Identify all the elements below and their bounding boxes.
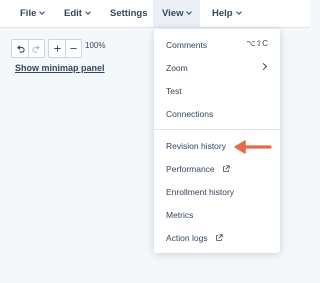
menu-item-zoom[interactable]: Zoom (166, 63, 188, 73)
menu-item-test[interactable]: Test (166, 86, 182, 96)
zoom-level: 100% (85, 41, 106, 50)
undo-icon (16, 45, 25, 53)
menu-divider (154, 129, 280, 130)
menu-item-revision-history[interactable]: Revision history (166, 141, 226, 151)
menu-item-metrics-label: Metrics (166, 210, 194, 220)
menu-item-connections-label: Connections (166, 109, 214, 119)
external-link-icon (216, 234, 223, 241)
redo-button[interactable] (28, 40, 44, 57)
minus-icon (70, 48, 77, 49)
menu-settings[interactable]: Settings (110, 0, 147, 27)
menu-edit[interactable]: Edit (64, 0, 91, 27)
zoom-out-button[interactable] (65, 40, 81, 57)
menu-view[interactable]: View (153, 0, 201, 27)
menu-view-label: View (162, 8, 184, 19)
menu-item-comments-label: Comments (166, 40, 208, 50)
menu-item-zoom-label: Zoom (166, 63, 188, 73)
menu-file[interactable]: File (20, 0, 46, 27)
undo-button[interactable] (12, 40, 28, 57)
menu-item-enrollment-history-label: Enrollment history (166, 187, 235, 197)
zoom-in-button[interactable] (49, 40, 65, 57)
chevron-down-icon (186, 9, 193, 15)
chevron-down-icon (39, 9, 46, 15)
chevron-down-icon (235, 9, 242, 15)
menu-item-connections[interactable]: Connections (166, 109, 213, 119)
menu-item-performance-label: Performance (166, 164, 215, 174)
menu-settings-label: Settings (110, 8, 148, 19)
menu-item-performance[interactable]: Performance (166, 164, 230, 174)
menu-item-enrollment-history[interactable]: Enrollment history (166, 187, 234, 197)
chevron-right-icon (259, 62, 268, 71)
history-controls (11, 39, 45, 58)
redo-icon (32, 45, 41, 53)
menu-file-label: File (20, 8, 37, 19)
menu-edit-label: Edit (64, 8, 82, 19)
menu-item-action-logs-label: Action logs (166, 233, 208, 243)
menu-item-revision-history-label: Revision history (166, 141, 226, 151)
menu-help[interactable]: Help (212, 0, 242, 27)
menu-item-comments[interactable]: Comments (166, 40, 207, 50)
menu-item-test-label: Test (166, 86, 182, 96)
show-minimap-link[interactable]: Show minimap panel (15, 63, 105, 73)
menu-help-label: Help (212, 8, 233, 19)
menu-item-metrics[interactable]: Metrics (166, 210, 193, 220)
menu-item-action-logs[interactable]: Action logs (166, 233, 223, 243)
menu-bar: File Edit Settings View Help (0, 0, 310, 28)
comments-shortcut: ⌥⇧C (246, 39, 268, 48)
external-link-icon (223, 165, 230, 172)
zoom-controls (48, 39, 82, 58)
callout-arrow-icon (234, 140, 272, 154)
plus-icon (53, 45, 61, 52)
chevron-down-icon (85, 9, 91, 15)
